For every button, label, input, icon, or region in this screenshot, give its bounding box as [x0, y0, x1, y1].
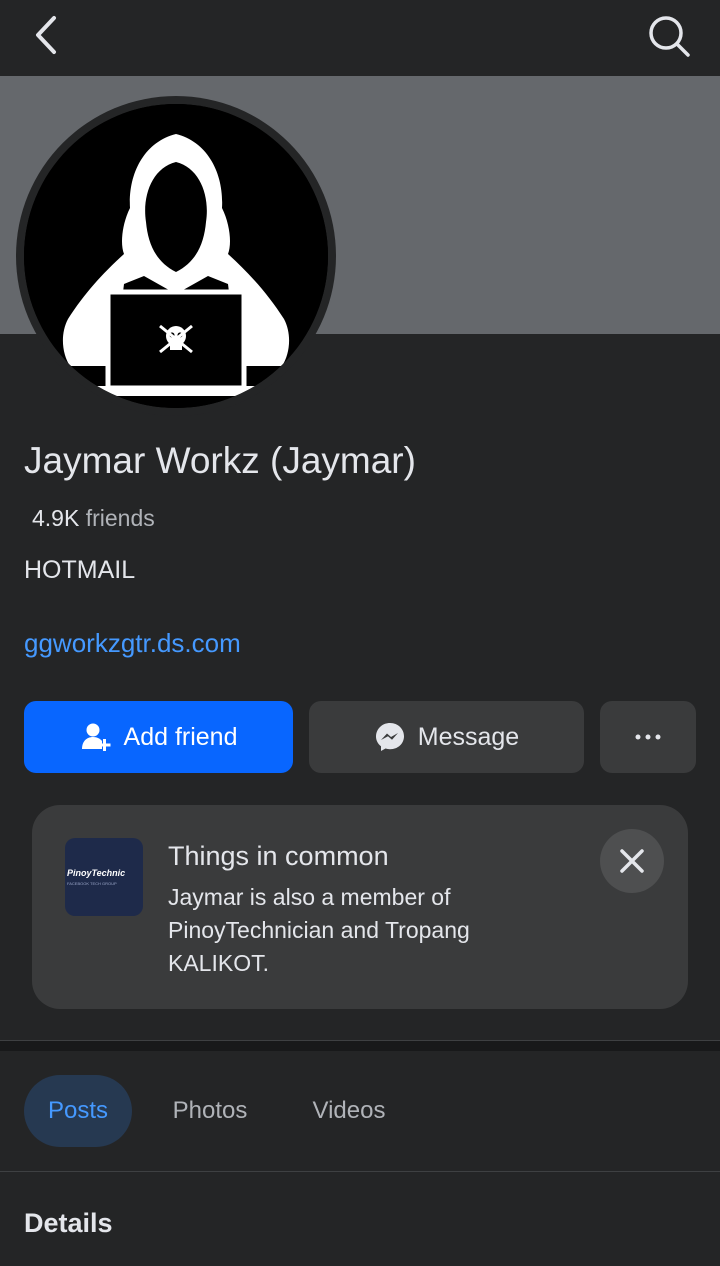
- friends-label: friends: [85, 505, 155, 531]
- common-desc-suffix: .: [262, 950, 269, 976]
- add-friend-icon: [81, 723, 111, 751]
- friends-count-value: 4.9K: [32, 505, 80, 531]
- common-desc-conj: and: [334, 917, 385, 943]
- section-divider: [0, 1040, 720, 1051]
- back-button[interactable]: [28, 12, 68, 58]
- messenger-icon: [375, 723, 404, 751]
- profile-name: Jaymar Workz (Jaymar): [24, 440, 416, 481]
- more-dots-icon: [635, 734, 661, 740]
- add-friend-label: Add friend: [123, 722, 238, 751]
- top-bar: [0, 0, 720, 76]
- common-desc-prefix: Jaymar is also a member of: [168, 884, 451, 910]
- friends-count[interactable]: 4.9K friends: [32, 505, 155, 532]
- group-thumbnail-title: PinoyTechnic: [67, 868, 126, 878]
- profile-bio: HOTMAIL: [24, 556, 136, 584]
- tab-posts[interactable]: Posts: [24, 1075, 132, 1147]
- hooded-hacker-image: [24, 104, 328, 408]
- add-friend-button[interactable]: Add friend: [24, 701, 293, 773]
- group-name-pinoytechnician[interactable]: PinoyTechnician: [168, 917, 334, 943]
- group-thumbnail[interactable]: PinoyTechnic FACEBOOK TECH GROUP: [65, 838, 143, 916]
- tab-videos[interactable]: Videos: [296, 1075, 402, 1147]
- things-in-common-title: Things in common: [168, 841, 389, 871]
- message-button[interactable]: Message: [309, 701, 584, 773]
- website-link[interactable]: ggworkzgtr.ds.com: [24, 628, 241, 659]
- chevron-left-icon: [36, 16, 56, 54]
- close-button[interactable]: [600, 829, 664, 893]
- search-button[interactable]: [644, 12, 692, 60]
- close-icon: [620, 849, 644, 873]
- things-in-common-description: Jaymar is also a member of PinoyTechnici…: [168, 881, 528, 980]
- more-options-button[interactable]: [600, 701, 696, 773]
- profile-avatar[interactable]: [24, 104, 328, 408]
- search-icon: [649, 16, 690, 57]
- tab-photos[interactable]: Photos: [160, 1075, 260, 1147]
- details-heading: Details: [24, 1208, 113, 1238]
- tabs-divider: [0, 1171, 720, 1172]
- things-in-common-card: PinoyTechnic FACEBOOK TECH GROUP Things …: [32, 805, 688, 1009]
- group-thumbnail-subtitle: FACEBOOK TECH GROUP: [67, 881, 117, 886]
- message-label: Message: [417, 722, 520, 751]
